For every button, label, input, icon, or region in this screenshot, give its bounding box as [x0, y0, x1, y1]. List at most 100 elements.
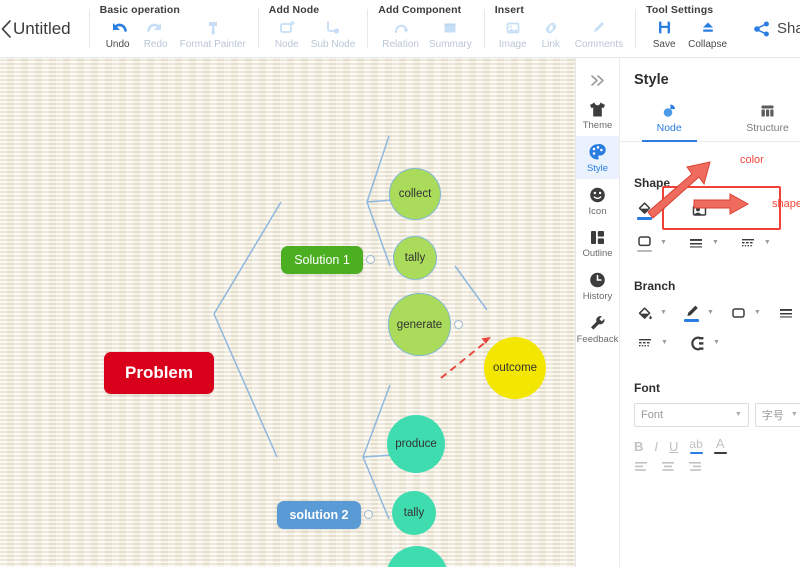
add-relation-button[interactable]: Relation	[378, 17, 423, 50]
align-right-button[interactable]	[688, 461, 702, 472]
back-button[interactable]	[0, 0, 13, 57]
align-center-button[interactable]	[661, 461, 675, 472]
chevron-down-icon[interactable]: ▼	[754, 309, 761, 316]
text-color-swatch	[713, 451, 727, 454]
collapse-handle-generate-1[interactable]	[454, 320, 463, 329]
redo-button[interactable]: Redo	[138, 17, 174, 50]
font-size-value: 字号	[761, 409, 784, 422]
node-line-style-button[interactable]	[737, 233, 759, 252]
add-summary-button[interactable]: Summary	[425, 17, 476, 50]
collapse-handle-solution-1[interactable]	[366, 255, 375, 264]
collapse-handle-solution-2[interactable]	[364, 510, 373, 519]
add-summary-label: Summary	[428, 39, 472, 50]
font-size-select[interactable]: 字号 ▼	[754, 402, 800, 427]
chevron-down-icon[interactable]: ▼	[707, 309, 714, 316]
chevron-down-icon: ▼	[734, 411, 742, 418]
link-generate-outcome	[454, 265, 488, 311]
chevron-down-icon[interactable]: ▼	[764, 239, 771, 246]
add-node-button[interactable]: Node	[269, 17, 305, 50]
branch-color-swatch	[683, 319, 699, 322]
insert-image-button[interactable]: Image	[495, 17, 531, 50]
node-label: solution 2	[289, 508, 349, 522]
tab-structure[interactable]: Structure	[718, 97, 800, 141]
strikethrough-swatch	[689, 451, 703, 454]
font-family-select[interactable]: Font ▼	[634, 402, 749, 427]
panel-rail: Theme Style Icon Outline History Feedbac…	[576, 58, 620, 567]
document-title[interactable]: Untitled	[13, 0, 89, 57]
insert-link-button[interactable]: Link	[533, 17, 569, 50]
italic-button[interactable]: I	[654, 439, 658, 454]
link-solution2-tally	[362, 454, 393, 458]
sidebar-item-history[interactable]: History	[576, 264, 619, 307]
node-outcome[interactable]: outcome	[484, 337, 546, 399]
format-painter-button[interactable]: Format Painter	[176, 17, 250, 50]
node-tally-1[interactable]: tally	[393, 236, 437, 280]
redo-label: Redo	[143, 39, 168, 50]
align-left-button[interactable]	[634, 461, 648, 472]
tab-label: Node	[656, 122, 682, 134]
sidebar-item-style[interactable]: Style	[576, 136, 619, 179]
node-fill-color-button[interactable]	[634, 197, 655, 222]
group-title: Tool Settings	[646, 4, 714, 16]
node-shape-picker-button[interactable]	[689, 199, 710, 220]
collapse-button[interactable]: Collapse	[684, 17, 731, 50]
undo-arrow-icon	[108, 18, 128, 37]
align-center-icon	[662, 461, 674, 471]
strikethrough-button[interactable]: ab	[689, 437, 703, 454]
expand-panel-button[interactable]	[576, 66, 619, 94]
node-produce[interactable]: produce	[387, 415, 445, 473]
add-subnode-button[interactable]: Sub Node	[307, 17, 359, 50]
bold-label: B	[634, 438, 644, 454]
fill-color-swatch	[637, 217, 652, 220]
chevron-down-icon[interactable]: ▼	[660, 309, 667, 316]
toolbar-group-insert: Insert Image Link Comments	[485, 0, 635, 57]
tab-node[interactable]: Node	[620, 97, 718, 142]
node-solution-1[interactable]: Solution 1	[281, 246, 375, 274]
sidebar-item-outline[interactable]: Outline	[576, 222, 619, 264]
chevron-down-icon[interactable]: ▼	[661, 339, 668, 346]
save-label: Save	[652, 39, 676, 50]
branch-shape-button[interactable]	[728, 303, 749, 322]
chevron-down-icon[interactable]: ▼	[660, 239, 667, 246]
chevron-down-icon[interactable]: ▼	[712, 239, 719, 246]
bold-button[interactable]: B	[634, 439, 643, 454]
text-color-button[interactable]: A	[713, 436, 727, 454]
sidebar-item-icon[interactable]: Icon	[576, 179, 619, 222]
branch-line-style-button[interactable]	[634, 333, 656, 352]
summary-icon	[441, 18, 459, 37]
branch-connector-button[interactable]	[686, 333, 708, 353]
sidebar-item-feedback[interactable]: Feedback	[576, 307, 619, 350]
node-collect[interactable]: collect	[389, 168, 441, 220]
node-line-weight-button[interactable]	[685, 233, 707, 252]
outline-icon	[591, 231, 604, 244]
node-solution-2[interactable]: solution 2	[277, 501, 373, 529]
chevron-down-icon[interactable]: ▼	[713, 339, 720, 346]
chevron-down-icon[interactable]: ▼	[660, 206, 667, 213]
group-title: Add Node	[268, 4, 320, 16]
undo-button[interactable]: Undo	[100, 17, 136, 50]
toolbar-group-add-node: Add Node Node Sub Node	[259, 0, 367, 57]
sidebar-label: History	[582, 291, 613, 302]
node-border-shape-button[interactable]	[634, 232, 655, 255]
border-color-swatch	[637, 249, 652, 252]
sidebar-item-theme[interactable]: Theme	[576, 94, 619, 136]
save-button[interactable]: Save	[646, 17, 682, 50]
share-button[interactable]: Share	[753, 20, 800, 38]
add-node-label: Node	[274, 39, 299, 50]
branch-fill-color-button[interactable]	[634, 302, 655, 323]
node-label: outcome	[492, 362, 538, 374]
branch-line-weight-button[interactable]	[775, 303, 797, 322]
node-label: Problem	[124, 363, 194, 382]
underline-button[interactable]: U	[669, 439, 678, 454]
node-tally-2[interactable]: tally	[392, 491, 436, 535]
node-problem[interactable]: Problem	[104, 352, 214, 394]
collapse-label: Collapse	[688, 39, 728, 50]
chevron-down-icon: ▼	[790, 411, 798, 418]
node-generate-1[interactable]: generate	[388, 293, 463, 356]
underline-label: U	[669, 438, 679, 454]
branch-pen-color-button[interactable]	[681, 301, 702, 324]
font-family-value: Font	[641, 408, 664, 421]
mindmap-canvas[interactable]: Problem Solution 1 solution 2 collect ta…	[0, 58, 575, 567]
dashed-lines-icon	[639, 339, 651, 347]
insert-comments-button[interactable]: Comments	[571, 17, 627, 50]
